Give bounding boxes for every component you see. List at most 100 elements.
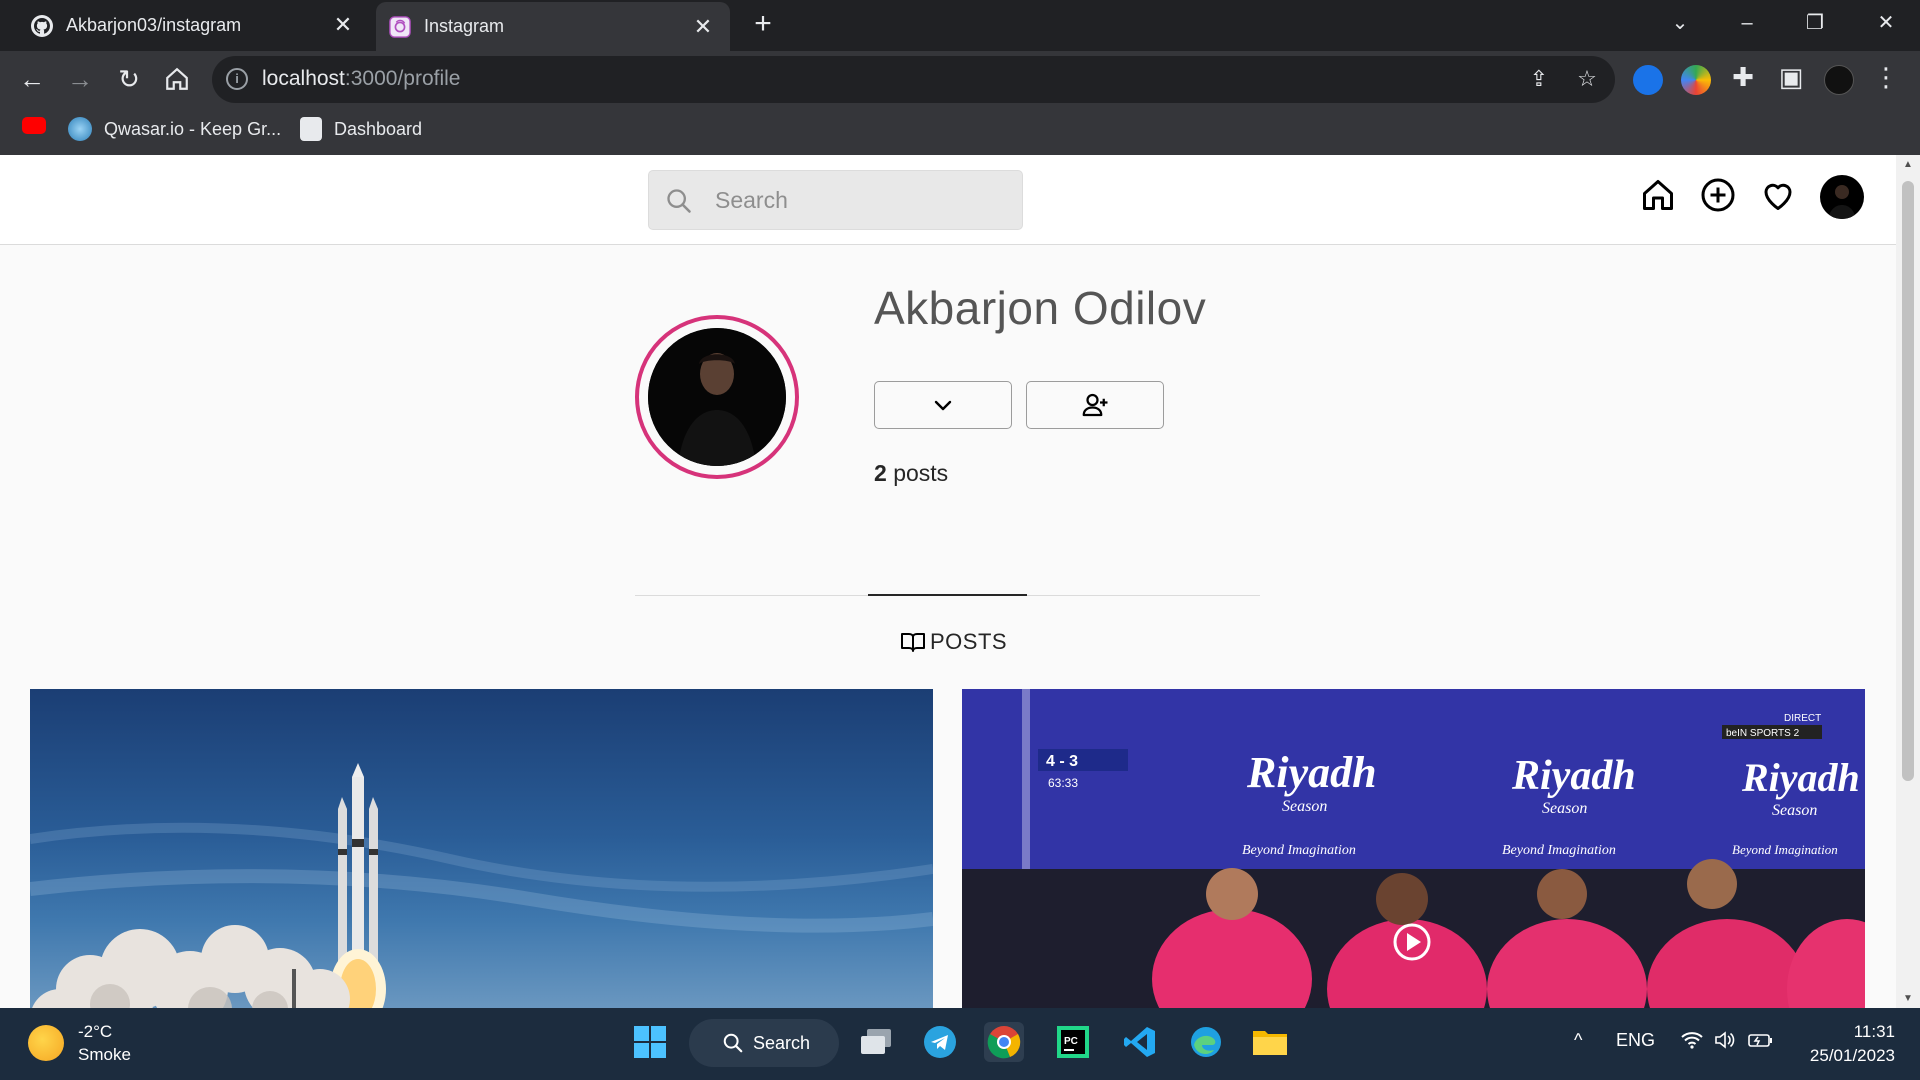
- back-icon[interactable]: ←: [16, 63, 48, 95]
- svg-text:Riyadh: Riyadh: [1246, 748, 1377, 797]
- task-view-icon[interactable]: [856, 1022, 896, 1062]
- weather-widget[interactable]: -2°C Smoke: [28, 1020, 131, 1066]
- match-time-overlay: 63:33: [1048, 776, 1078, 790]
- search-box[interactable]: [648, 170, 1023, 230]
- pycharm-icon[interactable]: PC: [1053, 1022, 1093, 1062]
- svg-text:Beyond Imagination: Beyond Imagination: [1732, 842, 1838, 857]
- site-header: [0, 155, 1896, 245]
- address-bar[interactable]: i localhost:3000/profile ⇪ ☆: [212, 56, 1615, 103]
- home-icon[interactable]: [161, 63, 193, 95]
- browser-toolbar: ← → ↻ i localhost:3000/profile ⇪ ☆ ✚ ▣ ⋮…: [0, 51, 1920, 155]
- svg-text:Beyond Imagination: Beyond Imagination: [1502, 843, 1616, 858]
- dashboard-icon: [300, 117, 322, 141]
- profile-avatar-ring[interactable]: [635, 315, 799, 479]
- svg-text:Riyadh: Riyadh: [1511, 753, 1636, 799]
- forward-icon[interactable]: →: [64, 63, 96, 95]
- add-post-icon[interactable]: [1700, 177, 1736, 213]
- instagram-page: Akbarjon Odilov 2 posts POSTS: [0, 155, 1896, 1008]
- url-text: localhost:3000/profile: [262, 67, 461, 90]
- system-clock[interactable]: 11:31 25/01/2023: [1800, 1020, 1895, 1068]
- search-input[interactable]: [715, 183, 1005, 217]
- search-icon: [665, 187, 693, 220]
- windows-start-icon[interactable]: [630, 1022, 670, 1062]
- tab-posts[interactable]: POSTS: [900, 629, 1007, 655]
- windows-taskbar: -2°C Smoke Search PC ^ ENG 11:31 25/01/2…: [0, 1008, 1920, 1080]
- tab-title: Instagram: [424, 16, 505, 36]
- file-explorer-icon[interactable]: [1250, 1022, 1290, 1062]
- svg-text:Season: Season: [1542, 800, 1587, 817]
- profile-avatar-icon[interactable]: [1824, 65, 1854, 95]
- share-icon[interactable]: ⇪: [1526, 66, 1552, 92]
- shazam-extension-icon[interactable]: [1633, 65, 1663, 95]
- bookmark-label: Dashboard: [334, 118, 423, 139]
- add-user-icon: [1082, 393, 1108, 417]
- site-info-icon[interactable]: i: [226, 68, 248, 90]
- edge-icon[interactable]: [1186, 1022, 1226, 1062]
- side-panel-icon[interactable]: ▣: [1775, 61, 1807, 93]
- football-bench-video: Riyadh Riyadh Riyadh Season Season Seaso…: [962, 689, 1865, 1008]
- reload-icon[interactable]: ↻: [113, 63, 145, 95]
- post-thumbnail[interactable]: [30, 689, 933, 1008]
- instagram-icon: [388, 15, 412, 39]
- bookmarks-bar: Qwasar.io - Keep Gr... Dashboard: [0, 111, 1920, 151]
- profile-username: Akbarjon Odilov: [874, 282, 1207, 334]
- direct-overlay: DIRECT: [1784, 713, 1821, 724]
- taskbar-search-label: Search: [753, 1032, 811, 1053]
- github-icon: [30, 14, 54, 38]
- tab-github[interactable]: Akbarjon03/instagram ✕: [0, 0, 370, 51]
- language-indicator[interactable]: ENG: [1616, 1030, 1655, 1051]
- svg-text:Season: Season: [1282, 798, 1327, 815]
- chevron-down-icon: [934, 400, 952, 411]
- battery-icon[interactable]: [1748, 1030, 1774, 1055]
- tab-title: Akbarjon03/instagram: [66, 15, 242, 35]
- taskbar-search[interactable]: Search: [689, 1019, 839, 1067]
- tab-active-indicator: [868, 594, 1027, 596]
- follow-button[interactable]: [1026, 381, 1164, 429]
- telegram-icon[interactable]: [920, 1022, 960, 1062]
- qwasar-icon: [68, 117, 92, 141]
- search-icon: [723, 1033, 743, 1053]
- scroll-up-icon[interactable]: ▲: [1902, 159, 1914, 170]
- youtube-icon: [22, 117, 46, 134]
- book-icon: [901, 633, 925, 652]
- tab-instagram[interactable]: Instagram ✕: [376, 2, 730, 51]
- weather-sun-icon: [28, 1025, 64, 1061]
- weather-condition: Smoke: [78, 1045, 131, 1064]
- rocket-launch-image: [30, 763, 933, 1008]
- home-icon[interactable]: [1640, 177, 1676, 213]
- browser-tab-bar: Akbarjon03/instagram ✕ Instagram ✕ + ⌄ –…: [0, 0, 1920, 51]
- clock-date: 25/01/2023: [1809, 1046, 1895, 1065]
- svg-text:Riyadh: Riyadh: [1741, 755, 1860, 800]
- bookmark-star-icon[interactable]: ☆: [1574, 66, 1600, 92]
- chrome-icon[interactable]: [984, 1022, 1024, 1062]
- bookmark-youtube[interactable]: [22, 117, 58, 134]
- heart-icon[interactable]: [1760, 177, 1796, 213]
- extension-icon[interactable]: [1681, 65, 1711, 95]
- volume-icon[interactable]: [1714, 1030, 1736, 1055]
- options-dropdown-button[interactable]: [874, 381, 1012, 429]
- profile-avatar: [648, 328, 786, 466]
- tab-search-icon[interactable]: ⌄: [1660, 8, 1700, 38]
- menu-kebab-icon[interactable]: ⋮: [1870, 61, 1902, 93]
- close-tab-icon[interactable]: ✕: [692, 16, 714, 38]
- clock-time: 11:31: [1853, 1022, 1895, 1041]
- header-avatar[interactable]: [1820, 175, 1864, 219]
- scroll-down-icon[interactable]: ▼: [1902, 993, 1914, 1004]
- restore-icon[interactable]: ❐: [1795, 8, 1835, 38]
- svg-text:Season: Season: [1772, 802, 1817, 819]
- close-tab-icon[interactable]: ✕: [332, 14, 354, 36]
- page-scrollbar[interactable]: ▲ ▼: [1896, 155, 1920, 1008]
- post-thumbnail[interactable]: Riyadh Riyadh Riyadh Season Season Seaso…: [962, 689, 1865, 1008]
- bookmark-label: Qwasar.io - Keep Gr...: [104, 118, 282, 139]
- wifi-icon[interactable]: [1680, 1030, 1704, 1055]
- extensions-puzzle-icon[interactable]: ✚: [1727, 61, 1759, 93]
- close-window-icon[interactable]: ✕: [1866, 8, 1906, 38]
- new-tab-button[interactable]: +: [748, 9, 778, 40]
- bookmark-qwasar[interactable]: Qwasar.io - Keep Gr...: [68, 117, 281, 141]
- tray-overflow-icon[interactable]: ^: [1574, 1030, 1582, 1051]
- scroll-thumb[interactable]: [1902, 181, 1914, 781]
- bookmark-dashboard[interactable]: Dashboard: [300, 117, 422, 141]
- channel-overlay: beIN SPORTS 2: [1726, 728, 1800, 739]
- minimize-icon[interactable]: –: [1727, 8, 1767, 38]
- vscode-icon[interactable]: [1120, 1022, 1160, 1062]
